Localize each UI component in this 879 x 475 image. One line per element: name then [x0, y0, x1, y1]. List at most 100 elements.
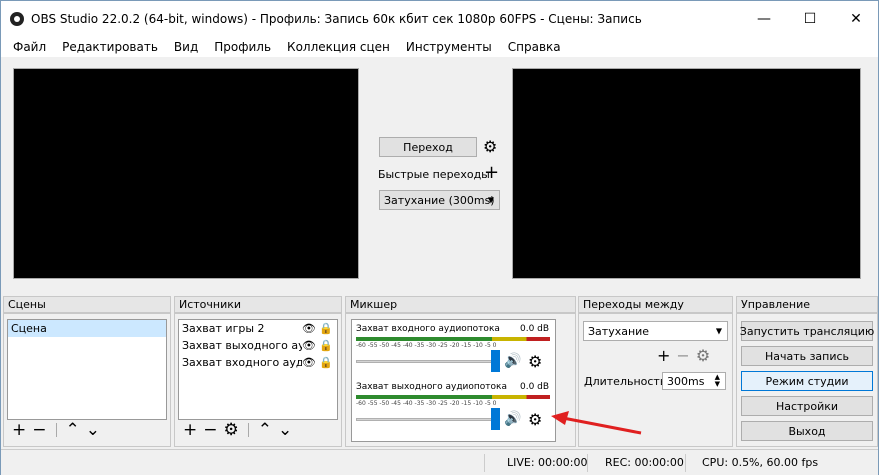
scene-transition-combo-value: Затухание: [588, 324, 650, 338]
menu-bar: Файл Редактировать Вид Профиль Коллекция…: [1, 37, 878, 57]
duration-value: 300ms: [667, 374, 705, 388]
menu-file[interactable]: Файл: [5, 40, 54, 54]
speaker-icon[interactable]: 🔊: [504, 411, 521, 427]
exit-button[interactable]: Выход: [741, 421, 873, 441]
sources-dock-header: Источники: [174, 296, 342, 313]
move-up-chevron-icon[interactable]: ⌃: [66, 420, 80, 440]
studio-mode-button[interactable]: Режим студии: [741, 371, 873, 391]
channel-gear-icon[interactable]: ⚙: [528, 354, 542, 370]
lock-icon[interactable]: 🔒: [319, 339, 333, 352]
source-name: Захват выходного аудио: [182, 339, 302, 352]
menu-edit[interactable]: Редактировать: [54, 40, 166, 54]
list-item[interactable]: Сцена: [8, 320, 166, 337]
channel-name: Захват входного аудиопотока: [356, 324, 500, 334]
list-item[interactable]: Захват выходного аудио 👁 🔒: [179, 337, 337, 354]
volume-slider-handle[interactable]: [491, 350, 500, 372]
close-button[interactable]: ✕: [833, 1, 879, 37]
sources-list[interactable]: Захват игры 2 👁 🔒 Захват выходного аудио…: [178, 319, 338, 420]
obs-logo-icon: [10, 12, 24, 26]
duration-label: Длительность: [584, 375, 667, 388]
meter-ticks: -60 -55 -50 -45 -40 -35 -30 -25 -20 -15 …: [356, 400, 497, 407]
annotation-arrow-icon: [551, 411, 642, 435]
lock-icon[interactable]: 🔒: [319, 322, 333, 335]
scene-transitions-toolbar: + − ⚙: [657, 346, 710, 365]
spin-arrows-icon[interactable]: ▲ ▼: [715, 374, 720, 388]
transition-settings-gear-icon[interactable]: ⚙: [696, 346, 710, 365]
scene-transition-combo[interactable]: Затухание ▼: [583, 321, 728, 341]
preview-canvas[interactable]: [13, 68, 359, 279]
start-streaming-button[interactable]: Запустить трансляцию: [740, 321, 874, 341]
volume-meter: [356, 395, 550, 399]
list-item[interactable]: Захват игры 2 👁 🔒: [179, 320, 337, 337]
transition-gear-icon[interactable]: ⚙: [483, 139, 497, 155]
chevron-down-icon: ▼: [487, 195, 494, 205]
add-quick-transition-plus-icon[interactable]: +: [484, 164, 499, 182]
status-separator: [685, 454, 686, 472]
start-recording-button[interactable]: Начать запись: [741, 346, 873, 366]
eye-icon[interactable]: 👁: [302, 339, 316, 352]
add-scene-plus-icon[interactable]: +: [12, 420, 26, 440]
move-up-chevron-icon[interactable]: ⌃: [258, 420, 272, 440]
add-source-plus-icon[interactable]: +: [183, 420, 197, 440]
status-bar: LIVE: 00:00:00 REC: 00:00:00 CPU: 0.5%, …: [1, 449, 878, 475]
scene-transitions-dock-header: Переходы между сценами: [578, 296, 733, 326]
chevron-down-icon: ▼: [715, 326, 722, 336]
program-canvas[interactable]: [512, 68, 861, 279]
move-down-chevron-icon[interactable]: ⌄: [278, 420, 292, 440]
duration-spinbox[interactable]: 300ms ▲ ▼: [662, 372, 726, 390]
volume-slider[interactable]: [356, 418, 496, 421]
source-name: Захват входного аудио: [182, 356, 302, 369]
source-name: Захват игры 2: [182, 322, 265, 335]
scenes-dock-header: Сцены: [3, 296, 171, 313]
quick-transition-combo[interactable]: Затухание (300ms) ▼: [379, 190, 500, 210]
controls-dock: Запустить трансляцию Начать запись Режим…: [736, 313, 878, 447]
maximize-button[interactable]: ☐: [787, 1, 833, 37]
scenes-list[interactable]: Сцена: [7, 319, 167, 420]
mixer-dock-header: Микшер: [345, 296, 576, 313]
volume-slider-handle[interactable]: [491, 408, 500, 430]
remove-transition-minus-icon[interactable]: −: [676, 346, 689, 365]
menu-scene-collection[interactable]: Коллекция сцен: [279, 40, 398, 54]
move-down-chevron-icon[interactable]: ⌄: [86, 420, 100, 440]
live-timer: LIVE: 00:00:00: [507, 456, 588, 469]
scenes-dock: Сцена + − ⌃ ⌄: [3, 313, 171, 447]
mixer-dock: Захват входного аудиопотока 0.0 dB -60 -…: [345, 313, 576, 447]
rec-timer: REC: 00:00:00: [605, 456, 684, 469]
menu-view[interactable]: Вид: [166, 40, 206, 54]
quick-transitions-label: Быстрые переходы: [378, 168, 490, 181]
menu-help[interactable]: Справка: [500, 40, 569, 54]
menu-tools[interactable]: Инструменты: [398, 40, 500, 54]
lock-icon[interactable]: 🔒: [319, 356, 333, 369]
settings-button[interactable]: Настройки: [741, 396, 873, 416]
scene-name: Сцена: [11, 322, 47, 335]
toolbar-separator: [55, 423, 57, 437]
eye-icon[interactable]: 👁: [302, 356, 316, 369]
mixer-channels: Захват входного аудиопотока 0.0 dB -60 -…: [351, 319, 556, 442]
scenes-toolbar: + − ⌃ ⌄: [12, 420, 100, 440]
volume-slider[interactable]: [356, 360, 496, 363]
list-item[interactable]: Захват входного аудио 👁 🔒: [179, 354, 337, 371]
controls-dock-header: Управление: [736, 296, 878, 313]
meter-ticks: -60 -55 -50 -45 -40 -35 -30 -25 -20 -15 …: [356, 342, 497, 349]
source-settings-gear-icon[interactable]: ⚙: [224, 420, 239, 440]
title-bar: OBS Studio 22.0.2 (64-bit, windows) - Пр…: [1, 1, 878, 37]
toolbar-separator: [247, 423, 249, 437]
eye-icon[interactable]: 👁: [302, 322, 316, 335]
sources-dock: Захват игры 2 👁 🔒 Захват выходного аудио…: [174, 313, 342, 447]
speaker-icon[interactable]: 🔊: [504, 353, 521, 369]
channel-name: Захват выходного аудиопотока: [356, 382, 507, 392]
remove-source-minus-icon[interactable]: −: [203, 420, 217, 440]
channel-db: 0.0 dB: [520, 324, 550, 334]
status-separator: [587, 454, 588, 472]
minimize-button[interactable]: —: [741, 1, 787, 37]
remove-scene-minus-icon[interactable]: −: [32, 420, 46, 440]
channel-gear-icon[interactable]: ⚙: [528, 412, 542, 428]
channel-db: 0.0 dB: [520, 382, 550, 392]
transition-button[interactable]: Переход: [379, 137, 477, 157]
quick-transition-combo-value: Затухание (300ms): [384, 193, 495, 207]
add-transition-plus-icon[interactable]: +: [657, 346, 670, 365]
status-separator: [484, 454, 485, 472]
obs-window: OBS Studio 22.0.2 (64-bit, windows) - Пр…: [0, 0, 879, 475]
menu-profile[interactable]: Профиль: [206, 40, 279, 54]
window-title: OBS Studio 22.0.2 (64-bit, windows) - Пр…: [31, 12, 642, 26]
